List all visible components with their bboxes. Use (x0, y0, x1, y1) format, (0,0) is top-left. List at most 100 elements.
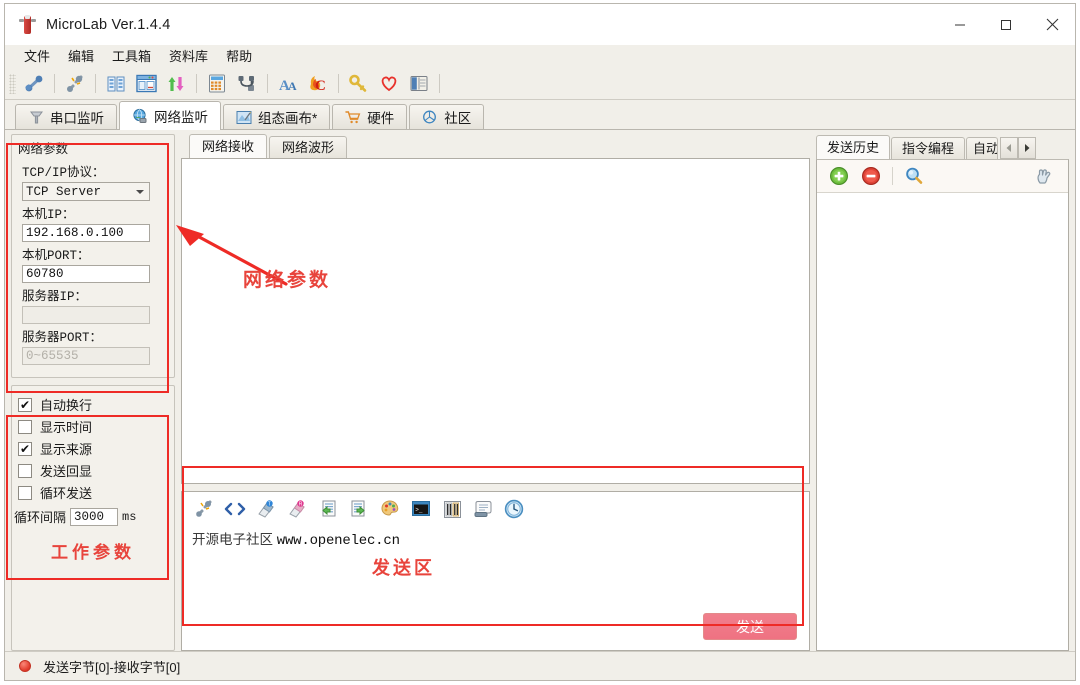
serial-port-icon (28, 109, 44, 125)
right-panel-toolbar (817, 160, 1068, 192)
minimize-button[interactable] (937, 4, 983, 45)
center-panel: 网络接收 网络波形 T R >_ 开源电子社区 www.openelec.cn … (175, 130, 813, 651)
tab-label: 硬件 (367, 111, 395, 126)
close-button[interactable] (1029, 4, 1075, 45)
svg-text:A: A (288, 79, 297, 93)
svg-text:T: T (268, 501, 271, 507)
local-ip-label: 本机IP： (22, 208, 75, 222)
font-icon[interactable]: A A (274, 70, 302, 97)
hand-pointer-icon[interactable] (1030, 162, 1058, 190)
right-toolbar-separator (892, 167, 893, 185)
checkbox-label: 发送回显 (40, 464, 93, 479)
columns-view-icon[interactable] (102, 70, 130, 97)
menu-item-edit[interactable]: 编辑 (61, 47, 101, 67)
transfer-arrows-icon[interactable] (162, 70, 190, 97)
local-port-input[interactable]: 60780 (22, 265, 150, 283)
left-panel: 网络参数 TCP/IP协议： TCP Server 本机IP： 192.168.… (5, 130, 175, 651)
title-bar: MicroLab Ver.1.4.4 (5, 4, 1075, 45)
network-params-group: 网络参数 TCP/IP协议： TCP Server 本机IP： 192.168.… (11, 134, 175, 378)
app-icon (19, 14, 37, 35)
hex-code-icon[interactable] (221, 495, 249, 523)
application-window: MicroLab Ver.1.4.4 文件 编辑 工具箱 资料库 帮助 A A … (4, 3, 1076, 681)
right-tab-strip: 发送历史 指令编程 自动 (816, 134, 1069, 159)
checkbox-loopsend[interactable] (18, 485, 32, 500)
checkbox-label: 循环发送 (40, 486, 93, 501)
tab-network-monitor[interactable]: 网络监听 (119, 101, 221, 130)
tab-label: 串口监听 (50, 111, 104, 126)
clear-link-icon[interactable] (190, 495, 218, 523)
menu-item-library[interactable]: 资料库 (162, 47, 215, 67)
key-icon[interactable] (345, 70, 373, 97)
book-icon[interactable] (405, 70, 433, 97)
window-title: MicroLab Ver.1.4.4 (46, 16, 171, 33)
checkbox-row-autowrap[interactable]: ✔ 自动换行 (18, 395, 174, 414)
server-port-input[interactable]: 0~65535 (22, 347, 150, 365)
eraser-r-icon[interactable]: R (283, 495, 311, 523)
toolbar-separator (439, 74, 440, 93)
status-text: 发送字节[0]-接收字节[0] (43, 659, 181, 675)
cart-icon (345, 109, 361, 125)
checkbox-autowrap[interactable]: ✔ (18, 397, 32, 412)
checkbox-echo[interactable] (18, 463, 32, 478)
annotation-work-params: 工作参数 (51, 543, 135, 562)
palette-icon[interactable] (376, 495, 404, 523)
tab-community[interactable]: 社区 (409, 104, 485, 129)
checkbox-row-showtime[interactable]: 显示时间 (18, 417, 174, 436)
protocol-select[interactable]: TCP Server (22, 182, 150, 201)
tab-scroll-prev-button[interactable] (1000, 137, 1019, 159)
calculator-icon[interactable] (203, 70, 231, 97)
tab-hardware[interactable]: 硬件 (332, 104, 408, 129)
scroll-icon[interactable] (469, 495, 497, 523)
heart-icon[interactable] (375, 70, 403, 97)
toolbar-separator (196, 74, 197, 93)
menu-item-toolbox[interactable]: 工具箱 (105, 47, 158, 67)
tab-scroll-next-button[interactable] (1018, 137, 1037, 159)
server-ip-input[interactable] (22, 306, 150, 324)
title-left-group: MicroLab Ver.1.4.4 (5, 14, 171, 35)
toolbar-separator (54, 74, 55, 93)
clock-icon[interactable] (500, 495, 528, 523)
remove-icon[interactable] (857, 162, 885, 190)
tab-network-waveform[interactable]: 网络波形 (269, 136, 348, 158)
tab-send-history[interactable]: 发送历史 (816, 135, 891, 159)
main-tab-strip: 串口监听 网络监听 组态画布* 硬件 社区 (5, 100, 1075, 130)
maximize-button[interactable] (983, 4, 1029, 45)
toolbar-separator (338, 74, 339, 93)
send-history-list[interactable] (817, 192, 1068, 650)
window-layout-icon[interactable] (132, 70, 160, 97)
tab-canvas[interactable]: 组态画布* (223, 104, 331, 129)
menu-item-file[interactable]: 文件 (17, 47, 57, 67)
add-icon[interactable] (825, 162, 853, 190)
console-icon[interactable]: >_ (407, 495, 435, 523)
tab-command-programming[interactable]: 指令编程 (891, 137, 966, 159)
loop-interval-input[interactable]: 3000 (70, 507, 119, 526)
canvas-icon (236, 109, 252, 125)
connect-plug-icon[interactable] (20, 70, 48, 97)
checkbox-showtime[interactable] (18, 419, 32, 434)
eraser-t-icon[interactable]: T (252, 495, 280, 523)
import-left-icon[interactable] (314, 495, 342, 523)
checkbox-row-echo[interactable]: 发送回显 (18, 461, 174, 480)
checkbox-showsource[interactable]: ✔ (18, 441, 32, 456)
tab-network-receive[interactable]: 网络接收 (189, 134, 268, 158)
menu-bar: 文件 编辑 工具箱 资料库 帮助 (5, 45, 1075, 68)
c-flame-icon[interactable]: C (304, 70, 332, 97)
checkbox-row-showsource[interactable]: ✔ 显示来源 (18, 439, 174, 458)
checkbox-row-loopsend[interactable]: 循环发送 (18, 483, 174, 502)
toolbar-grip[interactable] (9, 73, 16, 94)
local-ip-input[interactable]: 192.168.0.100 (22, 224, 150, 242)
search-icon[interactable] (900, 162, 928, 190)
work-params-group: ✔ 自动换行 显示时间 ✔ 显示来源 发送回显 循环发送 循环间隔 3000 m… (11, 385, 175, 651)
tab-auto[interactable]: 自动 (966, 137, 999, 159)
menu-item-help[interactable]: 帮助 (219, 47, 259, 67)
send-toolbar: T R >_ (182, 492, 809, 526)
barcode-icon[interactable] (438, 495, 466, 523)
disconnect-plug-icon[interactable] (61, 70, 89, 97)
network-nodes-icon[interactable] (233, 70, 261, 97)
svg-text:>_: >_ (415, 507, 423, 514)
send-button[interactable]: 发送 (703, 613, 797, 640)
receive-tab-strip: 网络接收 网络波形 (181, 134, 810, 158)
export-right-icon[interactable] (345, 495, 373, 523)
receive-textarea[interactable] (181, 158, 810, 484)
tab-serial-monitor[interactable]: 串口监听 (15, 104, 117, 129)
